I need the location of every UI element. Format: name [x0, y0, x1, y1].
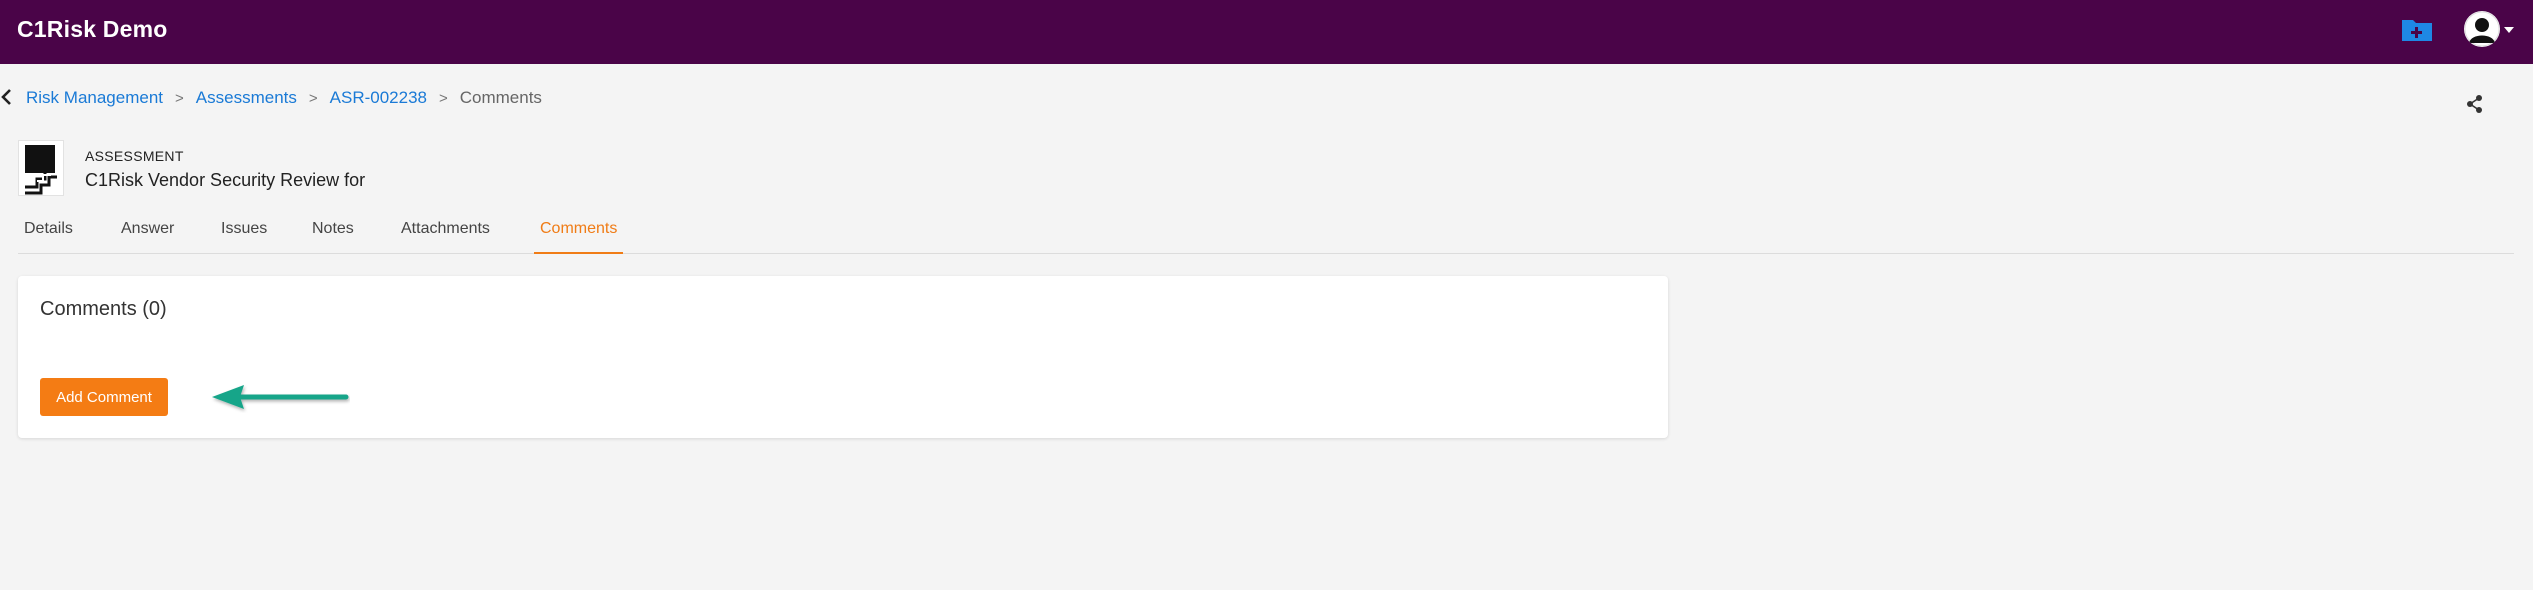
assessment-icon [18, 140, 64, 196]
tab-details[interactable]: Details [24, 214, 73, 254]
breadcrumb: Risk Management > Assessments > ASR-0022… [26, 87, 542, 109]
user-menu[interactable] [2464, 11, 2514, 49]
record-header: ASSESSMENT C1Risk Vendor Security Review… [18, 140, 618, 196]
share-button[interactable] [2466, 94, 2484, 114]
tab-notes[interactable]: Notes [312, 214, 354, 254]
new-folder-icon [2402, 20, 2432, 41]
tab-comments[interactable]: Comments [534, 214, 624, 254]
tab-issues[interactable]: Issues [221, 214, 267, 254]
comments-title: Comments (0) [40, 298, 167, 320]
comments-panel: Comments (0) Add Comment [18, 276, 1668, 438]
tab-attachments[interactable]: Attachments [401, 214, 490, 254]
breadcrumb-risk-management[interactable]: Risk Management [26, 88, 163, 108]
record-tabs: Details Answer Issues Notes Attachments … [18, 214, 2514, 254]
caret-down-icon [2504, 27, 2514, 33]
tab-answer[interactable]: Answer [121, 214, 174, 254]
breadcrumb-separator: > [308, 89, 318, 107]
breadcrumb-current: Comments [459, 88, 542, 107]
new-folder-button[interactable] [2400, 14, 2434, 44]
share-icon [2467, 95, 2482, 113]
breadcrumb-assessments[interactable]: Assessments [196, 88, 297, 108]
breadcrumb-separator: > [175, 89, 184, 107]
annotation-arrow-icon [212, 385, 349, 409]
add-comment-button[interactable]: Add Comment [40, 378, 168, 416]
record-title: C1Risk Vendor Security Review for [85, 170, 366, 190]
breadcrumb-separator: > [438, 89, 448, 107]
back-button[interactable] [0, 86, 16, 108]
top-bar: C1Risk Demo [0, 0, 2533, 64]
app-title[interactable]: C1Risk Demo [17, 16, 167, 43]
chevron-left-icon [1, 89, 11, 105]
user-avatar-icon [2464, 11, 2500, 47]
record-type: ASSESSMENT [85, 148, 184, 164]
breadcrumb-record-id[interactable]: ASR-002238 [330, 88, 427, 108]
